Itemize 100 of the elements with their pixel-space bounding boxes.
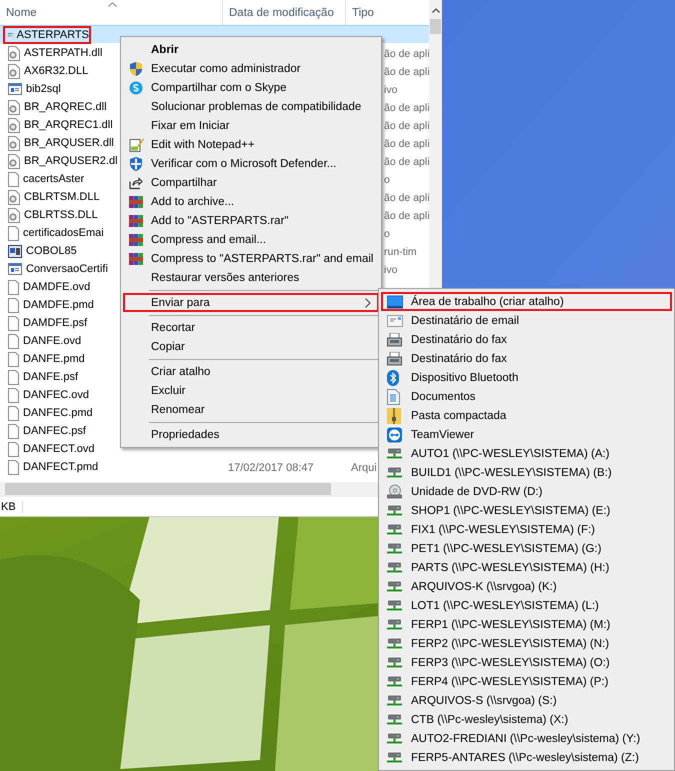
file-name[interactable]: cacertsAster — [23, 173, 84, 186]
file-name[interactable]: DANFECT.ovd — [23, 443, 95, 456]
notepad-icon — [129, 137, 144, 152]
program-icon — [8, 244, 22, 258]
menu-item[interactable]: FIX1 (\\PC-WESLEY\SISTEMA) (F:) — [381, 520, 672, 539]
menu-item[interactable]: Compress and email... — [123, 230, 379, 249]
sort-caret-icon — [108, 2, 117, 7]
menu-item[interactable]: Add to archive... — [123, 192, 379, 211]
file-name[interactable]: DANFE.pmd — [23, 353, 85, 366]
file-name[interactable]: BR_ARQUSER2.dl — [24, 155, 118, 168]
menu-item[interactable]: Compartilhar — [123, 173, 379, 192]
column-header[interactable]: Nome — [0, 0, 222, 26]
file-name[interactable]: AX6R32.DLL — [24, 65, 88, 78]
type-cell: ão de apli — [384, 192, 430, 204]
network-drive-icon — [387, 448, 402, 459]
archive-books-icon — [129, 194, 143, 208]
file-name[interactable]: CBLRTSS.DLL — [24, 209, 98, 222]
document-icon — [8, 226, 19, 241]
menu-item[interactable]: Solucionar problemas de compatibilidade — [123, 97, 379, 116]
file-name[interactable]: ASTERPARTS — [16, 29, 89, 42]
date-cell-text: 17/02/2017 08:47 — [227, 462, 314, 474]
menu-item[interactable]: Excluir — [123, 381, 379, 400]
menu-item[interactable]: FERP5-ANTARES (\\Pc-wesley\sistema) (Z:) — [381, 748, 672, 767]
menu-item[interactable]: Restaurar versões anteriores — [123, 268, 379, 287]
menu-item[interactable]: Documentos — [381, 387, 672, 406]
file-name[interactable]: DANFE.psf — [23, 371, 78, 384]
file-name[interactable]: bib2sql — [26, 83, 61, 96]
menu-item[interactable]: Recortar — [123, 318, 379, 337]
menu-item[interactable]: PARTS (\\PC-WESLEY\SISTEMA) (H:) — [381, 558, 672, 577]
menu-item[interactable]: Propriedades — [123, 425, 379, 444]
type-cell: o — [384, 174, 390, 186]
scroll-thumb[interactable] — [430, 19, 441, 34]
menu-item[interactable]: Unidade de DVD-RW (D:) — [381, 482, 672, 501]
scroll-up-icon[interactable] — [432, 8, 440, 13]
document-icon — [8, 316, 19, 331]
fax-icon — [387, 352, 402, 366]
menu-item[interactable]: AUTO1 (\\PC-WESLEY\SISTEMA) (A:) — [381, 444, 672, 463]
menu-item[interactable]: Renomear — [123, 400, 379, 419]
type-cell: ão de apli — [384, 138, 430, 150]
menu-item[interactable]: Executar como administrador — [123, 59, 379, 78]
menu-item[interactable]: AUTO2-FREDIANI (\\Pc-wesley\sistema) (Y:) — [381, 729, 672, 748]
menu-item[interactable]: FERP1 (\\PC-WESLEY\SISTEMA) (M:) — [381, 615, 672, 634]
network-drive-icon — [387, 733, 402, 744]
gear-file-icon — [8, 118, 20, 133]
type-cell: ão de apli — [384, 156, 430, 168]
menu-item[interactable]: ARQUIVOS-S (\\srvgoa) (S:) — [381, 691, 672, 710]
file-name[interactable]: DANFEC.psf — [23, 425, 86, 438]
network-drive-icon — [387, 752, 402, 763]
menu-item[interactable]: PET1 (\\PC-WESLEY\SISTEMA) (G:) — [381, 539, 672, 558]
menu-item[interactable]: Destinatário de email — [381, 311, 672, 330]
file-name[interactable]: DANFEC.pmd — [23, 407, 93, 420]
file-name[interactable]: BR_ARQUSER.dll — [24, 137, 114, 150]
file-name[interactable]: DANFE.ovd — [23, 335, 82, 348]
menu-item[interactable]: SHOP1 (\\PC-WESLEY\SISTEMA) (E:) — [381, 501, 672, 520]
file-name[interactable]: COBOL85 — [26, 245, 77, 258]
file-name[interactable]: ConversaoCertifi — [26, 263, 108, 276]
file-name[interactable]: certificadosEmai — [23, 227, 104, 240]
menu-item[interactable]: ARQUIVOS-K (\\srvgoa) (K:) — [381, 577, 672, 596]
scroll-thumb[interactable] — [5, 483, 331, 496]
menu-item[interactable]: FERP3 (\\PC-WESLEY\SISTEMA) (O:) — [381, 653, 672, 672]
file-name[interactable]: BR_ARQREC.dll — [24, 101, 107, 114]
submenu-item[interactable]: Enviar para — [123, 293, 379, 312]
menu-item[interactable]: Fixar em Iniciar — [123, 116, 379, 135]
menu-item[interactable]: CTB (\\Pc-wesley\sistema) (X:) — [381, 710, 672, 729]
menu-item[interactable]: FERP2 (\\PC-WESLEY\SISTEMA) (N:) — [381, 634, 672, 653]
menu-item[interactable]: Add to "ASTERPARTS.rar" — [123, 211, 379, 230]
menu-item[interactable]: Criar atalho — [123, 362, 379, 381]
menu-item[interactable]: Copiar — [123, 337, 379, 356]
file-name[interactable]: DAMDFE.ovd — [23, 281, 90, 294]
status-text: KB — [1, 500, 23, 512]
file-name[interactable]: DANFECT.pmd — [23, 461, 98, 474]
application-icon — [8, 83, 22, 96]
document-icon — [8, 460, 19, 475]
file-name[interactable]: DAMDFE.psf — [23, 317, 88, 330]
menu-item[interactable]: Destinatário do fax — [381, 330, 672, 349]
shield-icon — [129, 156, 143, 171]
menu-item[interactable]: TeamViewer — [381, 425, 672, 444]
menu-item[interactable]: Verificar com o Microsoft Defender... — [123, 154, 379, 173]
zip-folder-icon — [387, 408, 401, 424]
menu-item[interactable]: LOT1 (\\PC-WESLEY\SISTEMA) (L:) — [381, 596, 672, 615]
network-drive-icon — [387, 714, 402, 725]
file-name[interactable]: BR_ARQREC1.dll — [24, 119, 113, 132]
document-icon — [387, 388, 400, 404]
file-name[interactable]: DAMDFE.pmd — [23, 299, 94, 312]
document-icon — [8, 388, 19, 403]
menu-item[interactable]: Compress to "ASTERPARTS.rar" and email — [123, 249, 379, 268]
menu-item[interactable]: Destinatário do fax — [381, 349, 672, 368]
menu-item[interactable]: FERP4 (\\PC-WESLEY\SISTEMA) (P:) — [381, 672, 672, 691]
file-name[interactable]: DANFEC.ovd — [23, 389, 90, 402]
teamviewer-icon — [387, 427, 402, 442]
network-drive-icon — [387, 619, 402, 630]
menu-item[interactable]: Área de trabalho (criar atalho) — [381, 292, 672, 311]
envelope-icon — [387, 314, 403, 326]
menu-item[interactable]: Dispositivo Bluetooth — [381, 368, 672, 387]
file-name[interactable]: CBLRTSM.DLL — [24, 191, 100, 204]
menu-item[interactable]: BUILD1 (\\PC-WESLEY\SISTEMA) (B:) — [381, 463, 672, 482]
menu-item[interactable]: Compartilhar com o Skype — [123, 78, 379, 97]
menu-item[interactable]: Pasta compactada — [381, 406, 672, 425]
menu-item[interactable]: Edit with Notepad++ — [123, 135, 379, 154]
file-name[interactable]: ASTERPATH.dll — [24, 47, 102, 60]
